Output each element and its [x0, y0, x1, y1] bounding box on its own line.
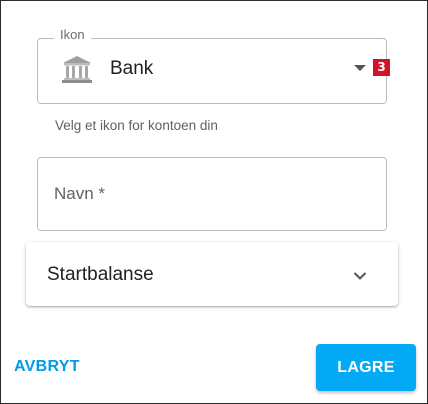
icon-select-value: Bank [110, 58, 154, 79]
icon-select-helper: Velg et ikon for kontoen din [55, 118, 218, 133]
start-balance-label: Startbalanse [47, 264, 154, 285]
dropdown-arrow-icon[interactable] [354, 65, 366, 71]
bank-icon [62, 55, 92, 83]
save-button[interactable]: LAGRE [316, 344, 416, 391]
icon-select-label: Ikon [54, 27, 91, 43]
start-balance-panel[interactable]: Startbalanse [26, 242, 398, 306]
chevron-down-icon[interactable] [353, 268, 367, 280]
name-input-label: Navn * [54, 184, 106, 203]
cancel-button[interactable]: AVBRYT [14, 356, 80, 378]
step-badge: 3 [373, 59, 390, 76]
